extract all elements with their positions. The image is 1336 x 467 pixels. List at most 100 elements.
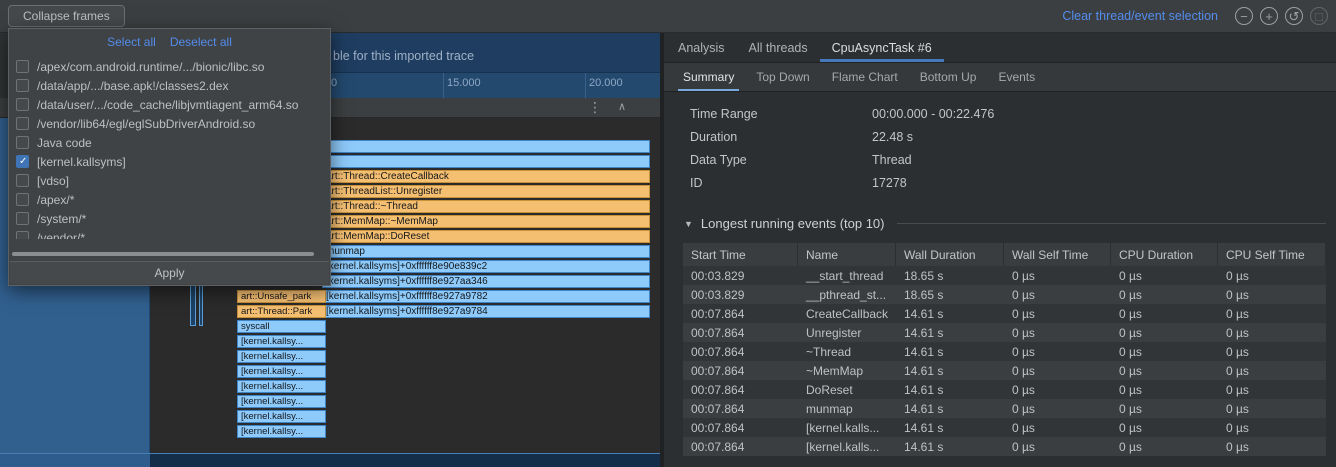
flame-bar[interactable]: [kernel.kallsy... bbox=[237, 365, 326, 378]
column-header[interactable]: CPU Self Time bbox=[1218, 243, 1326, 266]
summary-value: 17278 bbox=[872, 176, 907, 190]
flame-bar[interactable]: art::Thread::Park bbox=[237, 305, 326, 318]
events-table: Start Time Name Wall Duration Wall Self … bbox=[683, 243, 1326, 456]
flame-bar[interactable]: [kernel.kallsy... bbox=[237, 395, 326, 408]
collapse-triangle-icon[interactable]: ▼ bbox=[684, 219, 693, 229]
frame-filter-item[interactable]: /apex/* bbox=[9, 190, 330, 209]
flame-bar-label: [kernel.kallsyms]+0xffffff8e927a9784 bbox=[326, 306, 488, 317]
frame-filter-item[interactable]: /vendor/* bbox=[9, 228, 330, 239]
table-row[interactable]: 00:07.864 munmap 14.61 s 0 µs 0 µs 0 µs bbox=[683, 399, 1326, 418]
flame-bar[interactable]: art::Unsafe_park bbox=[237, 290, 326, 303]
analysis-subtab[interactable]: Flame Chart bbox=[821, 63, 909, 91]
apply-button[interactable]: Apply bbox=[10, 261, 329, 284]
cell-cpu-self-time: 0 µs bbox=[1218, 304, 1326, 323]
frame-filter-item[interactable]: /apex/com.android.runtime/.../bionic/lib… bbox=[9, 57, 330, 76]
zoom-in-icon[interactable]: + bbox=[1260, 7, 1278, 25]
analysis-subtab[interactable]: Bottom Up bbox=[909, 63, 988, 91]
checkbox-icon[interactable] bbox=[16, 193, 29, 206]
analysis-subtab[interactable]: Events bbox=[987, 63, 1046, 91]
timeline-minimap-selection[interactable] bbox=[0, 454, 150, 467]
frame-filter-item[interactable]: /data/user/.../code_cache/libjvmtiagent_… bbox=[9, 95, 330, 114]
column-header[interactable]: Start Time bbox=[683, 243, 798, 266]
flame-bar[interactable]: art::MemMap::DoReset bbox=[322, 230, 650, 243]
frame-filter-item[interactable]: [vdso] bbox=[9, 171, 330, 190]
flame-bar-label: syscall bbox=[241, 321, 270, 332]
summary-section: Time Range 00:00.000 - 00:22.476 Duratio… bbox=[690, 102, 1336, 194]
flame-bar[interactable]: [kernel.kallsy... bbox=[237, 410, 326, 423]
table-row[interactable]: 00:07.864 [kernel.kalls... 14.61 s 0 µs … bbox=[683, 418, 1326, 437]
flame-bar[interactable]: [kernel.kallsy... bbox=[237, 425, 326, 438]
flame-bar[interactable]: [kernel.kallsy... bbox=[237, 380, 326, 393]
flame-bar[interactable]: syscall bbox=[237, 320, 326, 333]
table-row[interactable]: 00:03.829 __start_thread 18.65 s 0 µs 0 … bbox=[683, 266, 1326, 285]
longest-events-section-header[interactable]: ▼ Longest running events (top 10) bbox=[684, 216, 1326, 231]
flame-bar[interactable]: art::ThreadList::Unregister bbox=[322, 185, 650, 198]
flame-bar-label: art::MemMap::DoReset bbox=[326, 231, 429, 242]
flame-bar[interactable]: [kernel.kallsyms]+0xffffff8e90e839c2 bbox=[322, 260, 650, 273]
checkbox-icon[interactable] bbox=[16, 155, 29, 168]
summary-row: Time Range 00:00.000 - 00:22.476 bbox=[690, 102, 1336, 125]
analysis-subtab[interactable]: Summary bbox=[672, 63, 745, 91]
checkbox-icon[interactable] bbox=[16, 174, 29, 187]
frame-filter-item[interactable]: [kernel.kallsyms] bbox=[9, 152, 330, 171]
flame-bar[interactable]: [kernel.kallsyms]+0xffffff8e927aa346 bbox=[322, 275, 650, 288]
summary-row: Duration 22.48 s bbox=[690, 125, 1336, 148]
reset-zoom-icon[interactable]: ↺ bbox=[1285, 7, 1303, 25]
deselect-all-link[interactable]: Deselect all bbox=[170, 35, 232, 49]
clear-thread-event-selection-link[interactable]: Clear thread/event selection bbox=[1062, 9, 1218, 23]
column-header[interactable]: Wall Self Time bbox=[1004, 243, 1111, 266]
collapse-frames-button[interactable]: Collapse frames bbox=[8, 5, 125, 27]
frame-filter-item[interactable]: Java code bbox=[9, 133, 330, 152]
frame-filter-item[interactable]: /data/app/.../base.apk!/classes2.dex bbox=[9, 76, 330, 95]
frame-filter-item[interactable]: /system/* bbox=[9, 209, 330, 228]
cell-wall-self-time: 0 µs bbox=[1004, 437, 1111, 456]
analysis-subtab[interactable]: Top Down bbox=[745, 63, 820, 91]
flame-bar-label: art::MemMap::~MemMap bbox=[326, 216, 438, 227]
more-options-icon[interactable]: ⋮ bbox=[588, 99, 602, 116]
flame-bar[interactable]: [kernel.kallsy... bbox=[237, 335, 326, 348]
table-row[interactable]: 00:07.864 Unregister 14.61 s 0 µs 0 µs 0… bbox=[683, 323, 1326, 342]
flame-bar[interactable]: art::MemMap::~MemMap bbox=[322, 215, 650, 228]
checkbox-icon[interactable] bbox=[16, 136, 29, 149]
horizontal-scrollbar[interactable] bbox=[12, 252, 327, 258]
select-all-link[interactable]: Select all bbox=[107, 35, 156, 49]
checkbox-icon[interactable] bbox=[16, 98, 29, 111]
timeline-minimap[interactable] bbox=[0, 453, 660, 467]
flame-bar[interactable]: munmap bbox=[322, 245, 650, 258]
summary-row: ID 17278 bbox=[690, 171, 1336, 194]
analysis-tab[interactable]: All threads bbox=[737, 33, 820, 62]
cell-wall-duration: 14.61 s bbox=[896, 361, 1004, 380]
flame-bar[interactable] bbox=[322, 140, 650, 153]
checkbox-icon[interactable] bbox=[16, 79, 29, 92]
checkbox-icon[interactable] bbox=[16, 60, 29, 73]
analysis-tab[interactable]: CpuAsyncTask #6 bbox=[820, 33, 944, 62]
frame-filter-item[interactable]: /vendor/lib64/egl/eglSubDriverAndroid.so bbox=[9, 114, 330, 133]
collapse-chevron-icon[interactable]: ∧ bbox=[618, 100, 626, 113]
table-row[interactable]: 00:03.829 __pthread_st... 18.65 s 0 µs 0… bbox=[683, 285, 1326, 304]
flame-bar[interactable]: [kernel.kallsy... bbox=[237, 350, 326, 363]
table-row[interactable]: 00:07.864 ~MemMap 14.61 s 0 µs 0 µs 0 µs bbox=[683, 361, 1326, 380]
cell-cpu-duration: 0 µs bbox=[1111, 285, 1218, 304]
analysis-tab[interactable]: Analysis bbox=[666, 33, 737, 62]
flame-bar[interactable]: [kernel.kallsyms]+0xffffff8e927a9782 bbox=[322, 290, 650, 303]
column-header[interactable]: CPU Duration bbox=[1111, 243, 1218, 266]
column-header[interactable]: Wall Duration bbox=[896, 243, 1004, 266]
table-row[interactable]: 00:07.864 [kernel.kalls... 14.61 s 0 µs … bbox=[683, 437, 1326, 456]
column-header[interactable]: Name bbox=[798, 243, 896, 266]
table-row[interactable]: 00:07.864 CreateCallback 14.61 s 0 µs 0 … bbox=[683, 304, 1326, 323]
checkbox-icon[interactable] bbox=[16, 231, 29, 239]
flame-bar[interactable]: art::Thread::~Thread bbox=[322, 200, 650, 213]
checkbox-icon[interactable] bbox=[16, 117, 29, 130]
table-row[interactable]: 00:07.864 DoReset 14.61 s 0 µs 0 µs 0 µs bbox=[683, 380, 1326, 399]
scrollbar-thumb[interactable] bbox=[12, 252, 314, 256]
flame-bar-label: art::Thread::~Thread bbox=[326, 201, 418, 212]
frame-filter-label: Java code bbox=[37, 136, 92, 150]
zoom-out-icon[interactable]: − bbox=[1235, 7, 1253, 25]
flame-bar[interactable]: art::Thread::CreateCallback bbox=[322, 170, 650, 183]
cell-name: munmap bbox=[798, 399, 896, 418]
table-row[interactable]: 00:07.864 ~Thread 14.61 s 0 µs 0 µs 0 µs bbox=[683, 342, 1326, 361]
checkbox-icon[interactable] bbox=[16, 212, 29, 225]
flame-bar[interactable] bbox=[322, 155, 650, 168]
tick-label: 15.000 bbox=[447, 77, 481, 89]
flame-bar[interactable]: [kernel.kallsyms]+0xffffff8e927a9784 bbox=[322, 305, 650, 318]
